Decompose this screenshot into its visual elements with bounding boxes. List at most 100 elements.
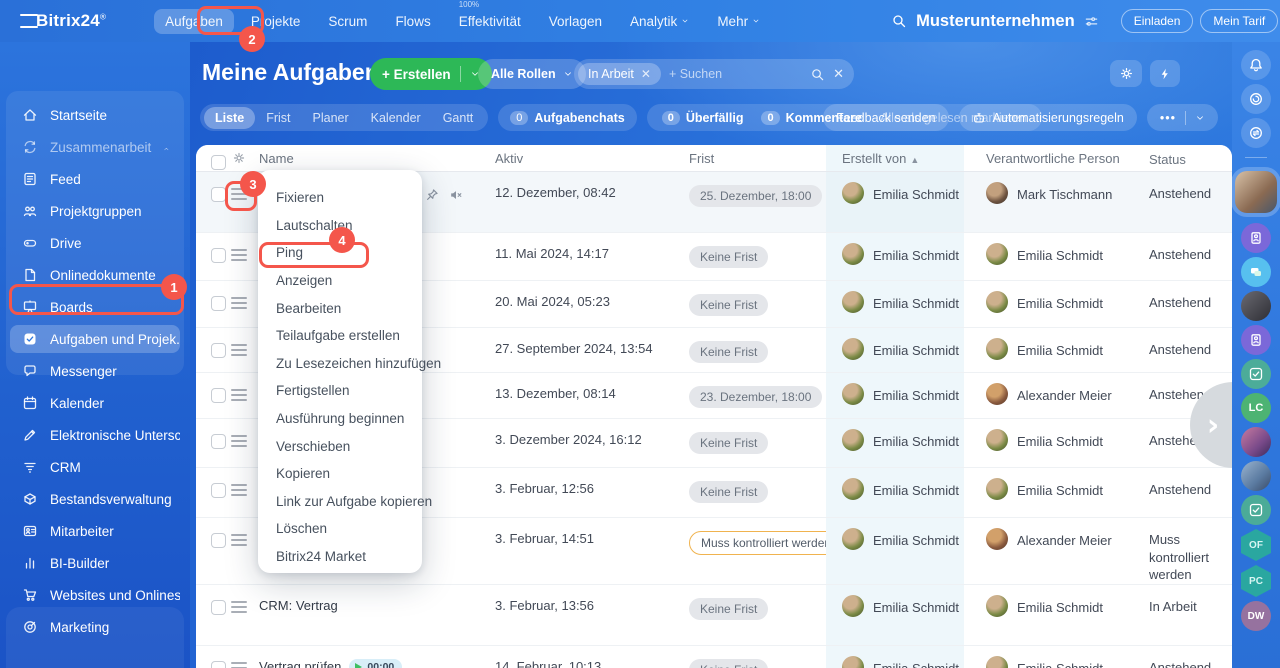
column-header-verantwortliche[interactable]: Verantwortliche Person: [964, 145, 1129, 171]
checksq-icon[interactable]: [1241, 359, 1271, 389]
person[interactable]: Alexander Meier: [986, 383, 1129, 405]
menu-item-ping[interactable]: Ping: [258, 239, 422, 267]
sidebar-item-onlinedokumente[interactable]: Onlinedokumente: [10, 261, 180, 289]
row-menu-icon[interactable]: [231, 534, 247, 546]
frist-badge[interactable]: Keine Frist: [689, 294, 769, 316]
frist-badge[interactable]: 23. Dezember, 18:00: [689, 386, 823, 408]
person[interactable]: Emilia Schmidt: [842, 182, 964, 204]
row-checkbox[interactable]: [211, 343, 226, 358]
frist-badge[interactable]: Keine Frist: [689, 481, 769, 503]
row-checkbox[interactable]: [211, 660, 226, 668]
task-name[interactable]: CRM: Vertrag: [252, 585, 479, 645]
person[interactable]: Emilia Schmidt: [842, 291, 964, 313]
sidebar-item-aufgaben-und-projek[interactable]: Aufgaben und Projek...: [10, 325, 180, 353]
person[interactable]: Emilia Schmidt: [986, 291, 1129, 313]
column-header-status[interactable]: Status: [1129, 145, 1232, 171]
frist-badge[interactable]: Keine Frist: [689, 246, 769, 268]
boost-button[interactable]: [1150, 60, 1180, 87]
rail-badge-lc[interactable]: LC: [1241, 393, 1271, 423]
sidebar-item-startseite[interactable]: Startseite: [10, 101, 180, 129]
row-menu-icon[interactable]: [231, 484, 247, 496]
search-icon[interactable]: [891, 13, 907, 29]
sidebar-item-kalender[interactable]: Kalender: [10, 389, 180, 417]
chevron-up-icon[interactable]: [163, 142, 170, 152]
search-icon[interactable]: [810, 67, 825, 82]
person[interactable]: Alexander Meier: [986, 528, 1129, 550]
person[interactable]: Emilia Schmidt: [842, 528, 964, 550]
nav-item-projekte[interactable]: Projekte: [240, 9, 312, 34]
table-row[interactable]: Vertrag prüfen00:00 14. Februar, 10:13 Kei…: [196, 644, 1232, 668]
more-actions-button[interactable]: •••: [1146, 104, 1218, 131]
bitrix-logo[interactable]: Bitrix24®: [36, 11, 106, 31]
sidebar-item-crm[interactable]: CRM: [10, 453, 180, 481]
create-button[interactable]: + Erstellen: [370, 58, 492, 90]
tab-planer[interactable]: Planer: [302, 107, 360, 129]
person[interactable]: Emilia Schmidt: [842, 478, 964, 500]
select-all-checkbox[interactable]: [211, 155, 226, 170]
menu-item-link-zur-aufgabe-kopieren[interactable]: Link zur Aufgabe kopieren: [258, 488, 432, 516]
tab-gantt[interactable]: Gantt: [432, 107, 485, 129]
menu-item-löschen[interactable]: Löschen: [258, 515, 422, 543]
person[interactable]: Emilia Schmidt: [986, 429, 1129, 451]
person[interactable]: Emilia Schmidt: [986, 594, 1129, 617]
sidebar-item-boards[interactable]: Boards: [10, 293, 180, 321]
person[interactable]: Emilia Schmidt: [842, 383, 964, 405]
sidebar-item-elektronische-untersc[interactable]: Elektronische Untersc...: [10, 421, 180, 449]
remove-filter-icon[interactable]: ✕: [641, 67, 651, 81]
checksq-icon[interactable]: [1241, 495, 1271, 525]
person[interactable]: Emilia Schmidt: [842, 594, 964, 617]
row-menu-icon[interactable]: [231, 344, 247, 356]
automation-rules-button[interactable]: Automatisierungsregeln: [958, 104, 1137, 131]
contact-icon[interactable]: [1241, 223, 1271, 253]
bubbles-icon[interactable]: [1241, 257, 1271, 287]
menu-item-zu-lesezeichen-hinzufügen[interactable]: Zu Lesezeichen hinzufügen: [258, 350, 441, 378]
row-checkbox[interactable]: [211, 483, 226, 498]
contact-icon[interactable]: [1241, 325, 1271, 355]
sidebar-item-bestandsverwaltung[interactable]: Bestandsverwaltung: [10, 485, 180, 513]
menu-item-verschieben[interactable]: Verschieben: [258, 432, 422, 460]
person[interactable]: Emilia Schmidt: [986, 243, 1129, 265]
company-name[interactable]: Musterunternehmen: [916, 12, 1075, 31]
menu-item-anzeigen[interactable]: Anzeigen: [258, 267, 422, 295]
topbar-button-einladen[interactable]: Einladen: [1120, 9, 1194, 33]
row-menu-icon[interactable]: [231, 435, 247, 447]
sidebar-item-bi-builder[interactable]: BI-Builder: [10, 549, 180, 577]
task-name[interactable]: Vertrag prüfen 00:00: [252, 646, 479, 668]
overdue-counter[interactable]: 0 Überfällig: [653, 110, 753, 125]
person[interactable]: Emilia Schmidt: [842, 429, 964, 451]
row-menu-icon[interactable]: [231, 249, 247, 261]
frist-badge[interactable]: 25. Dezember, 18:00: [689, 185, 823, 207]
menu-item-fixieren[interactable]: Fixieren: [258, 184, 422, 212]
tab-liste[interactable]: Liste: [204, 106, 256, 129]
task-search-field[interactable]: In Arbeit ✕ + Suchen ✕: [574, 59, 854, 89]
menu-item-bearbeiten[interactable]: Bearbeiten: [258, 294, 422, 322]
menu-item-bitrix24-market[interactable]: Bitrix24 Market: [258, 543, 422, 571]
grid-gear-icon[interactable]: [232, 151, 246, 165]
menu-item-kopieren[interactable]: Kopieren: [258, 460, 422, 488]
filter-tag-in-arbeit[interactable]: In Arbeit ✕: [578, 63, 661, 85]
menu-item-fertigstellen[interactable]: Fertigstellen: [258, 377, 422, 405]
person[interactable]: Emilia Schmidt: [986, 655, 1129, 668]
sidebar-item-websites-und-onlines[interactable]: Websites und Onlines...: [10, 581, 180, 609]
row-menu-icon[interactable]: [231, 297, 247, 309]
sidebar-item-drive[interactable]: Drive: [10, 229, 180, 257]
person[interactable]: Emilia Schmidt: [842, 655, 964, 668]
nav-item-flows[interactable]: Flows: [384, 9, 441, 34]
row-checkbox[interactable]: [211, 533, 226, 548]
person[interactable]: Emilia Schmidt: [986, 338, 1129, 360]
row-menu-icon[interactable]: [231, 188, 247, 200]
nav-item-vorlagen[interactable]: Vorlagen: [538, 9, 613, 34]
topbar-button-mein-tarif[interactable]: Mein Tarif: [1200, 9, 1279, 33]
menu-item-lautschalten[interactable]: Lautschalten: [258, 212, 422, 240]
bell-icon[interactable]: [1241, 50, 1271, 80]
column-header-erstellt-von[interactable]: Erstellt von ▲: [826, 145, 964, 171]
row-checkbox[interactable]: [211, 388, 226, 403]
row-menu-icon[interactable]: [231, 600, 247, 613]
table-row[interactable]: CRM: Vertrag 3. Februar, 13:56 Keine Frist…: [196, 583, 1232, 645]
nav-item-aufgaben[interactable]: Aufgaben: [154, 8, 234, 34]
nav-item-analytik[interactable]: Analytik: [619, 9, 700, 34]
row-checkbox[interactable]: [211, 187, 226, 202]
column-header-aktiv[interactable]: Aktiv: [479, 145, 681, 171]
person[interactable]: Emilia Schmidt: [986, 478, 1129, 500]
rail-darkav[interactable]: [1241, 291, 1271, 321]
